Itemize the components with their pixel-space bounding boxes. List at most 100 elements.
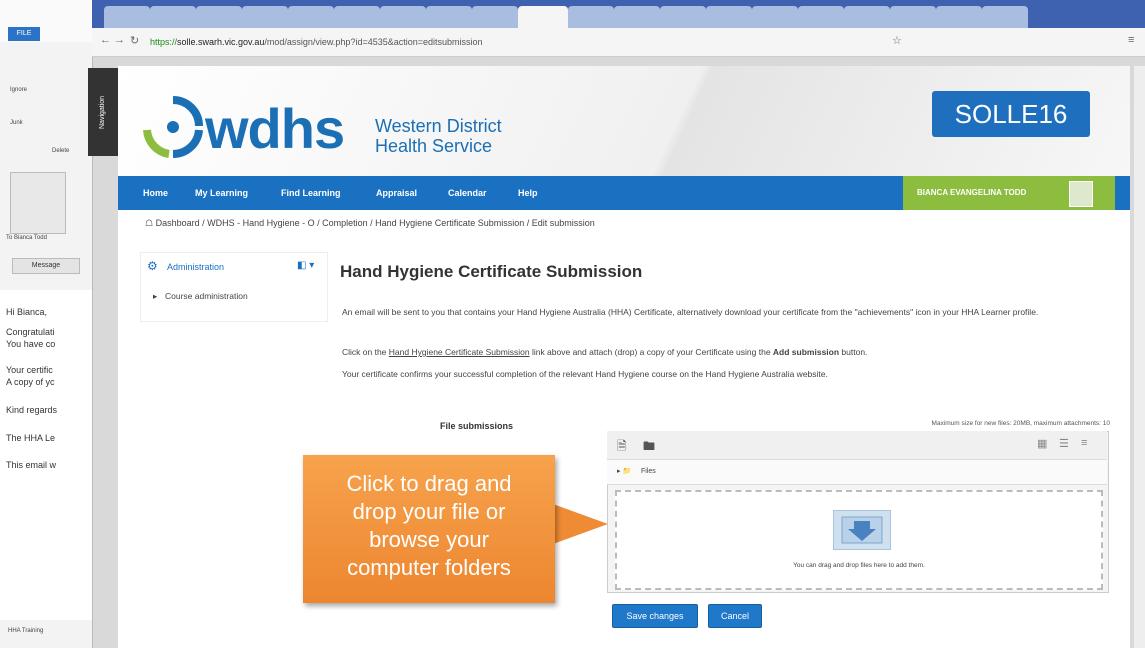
browser-tab[interactable] (798, 6, 844, 28)
callout-pointer (553, 504, 608, 544)
file-submissions-label: File submissions (440, 421, 514, 431)
gear-icon: ⚙ (147, 259, 158, 273)
browser-tab-strip (92, 0, 1145, 28)
outlook-body-line: The HHA Le (6, 433, 56, 443)
forward-icon[interactable]: → (114, 34, 125, 46)
home-icon[interactable]: ☖ (145, 218, 156, 228)
menu-item-my-learning[interactable]: My Learning (195, 176, 248, 210)
para-text: Click on the (342, 347, 389, 357)
outlook-delete-label: Delete (52, 148, 70, 154)
submission-link[interactable]: Hand Hygiene Certificate Submission (389, 347, 530, 357)
file-manager-toolbar: 🗎 🖿 ▦ ☰ ≡ (607, 431, 1107, 460)
outlook-body-line: This email w (6, 460, 57, 470)
url-input[interactable]: https://solle.swarh.vic.gov.au/mod/assig… (150, 34, 890, 50)
breadcrumb-text[interactable]: Dashboard / WDHS - Hand Hygiene - O / Co… (156, 218, 595, 228)
browser-tab[interactable] (568, 6, 614, 28)
create-folder-icon[interactable]: 🖿 (643, 437, 655, 458)
folder-icon: ▸ 📁 (617, 468, 632, 475)
callout-line: Click to drag and (346, 471, 512, 496)
icon-view-icon[interactable]: ▦ (1037, 437, 1047, 450)
browser-tab[interactable] (706, 6, 752, 28)
outlook-message-button[interactable]: Message (12, 258, 80, 274)
intro-paragraph: An email will be sent to you that contai… (342, 307, 1039, 317)
outlook-ignore-button[interactable]: Ignore (10, 87, 27, 93)
url-host: solle.swarh.vic.gov.au (177, 37, 265, 47)
menu-item-home[interactable]: Home (143, 176, 168, 210)
file-manager-path: ▸ 📁 Files (607, 460, 1107, 485)
browser-tab[interactable] (104, 6, 150, 28)
block-dock-icon[interactable]: ◧ ▾ (297, 260, 314, 271)
menu-item-calendar[interactable]: Calendar (448, 176, 487, 210)
outlook-body-line: You have co (6, 339, 56, 349)
outlook-body-line: Kind regards (6, 405, 58, 415)
browser-tab[interactable] (196, 6, 242, 28)
logo-wordmark: wdhs (205, 97, 345, 160)
avatar (10, 172, 66, 234)
browser-tab[interactable] (752, 6, 798, 28)
menu-icon[interactable]: ≡ (1128, 34, 1134, 46)
outlook-body-line: Your certific (6, 365, 53, 375)
reload-icon[interactable]: ↻ (130, 34, 139, 47)
back-icon[interactable]: ← (100, 34, 111, 46)
browser-address-bar: ← → ↻ https://solle.swarh.vic.gov.au/mod… (92, 28, 1145, 57)
outlook-footer-label: HHA Training (8, 628, 44, 634)
files-path-label[interactable]: Files (641, 460, 656, 484)
browser-tab[interactable] (844, 6, 890, 28)
browser-tab[interactable] (380, 6, 426, 28)
browser-tab[interactable] (982, 6, 1028, 28)
site-badge: SOLLE16 (932, 91, 1090, 137)
user-avatar-icon (1069, 181, 1093, 207)
browser-tab[interactable] (288, 6, 334, 28)
add-file-icon[interactable]: 🗎 (617, 437, 627, 458)
browser-tab-active[interactable] (518, 6, 568, 28)
browser-tab[interactable] (150, 6, 196, 28)
navigation-flag[interactable]: Navigation (88, 68, 118, 156)
browser-tab[interactable] (660, 6, 706, 28)
outlook-file-tab[interactable]: FILE (8, 27, 40, 41)
browser-tab[interactable] (242, 6, 288, 28)
instruction-callout: Click to drag and drop your file or brow… (303, 455, 555, 603)
wdhs-logo-icon (143, 96, 203, 159)
upload-arrow-icon[interactable] (833, 510, 891, 550)
main-menu: Home My Learning Find Learning Appraisal… (118, 176, 1130, 210)
user-name: BIANCA EVANGELINA TODD (917, 188, 1027, 197)
outlook-junk-button[interactable]: Junk (10, 120, 23, 126)
logo-subtitle: Western District (375, 116, 502, 136)
url-scheme: https:// (150, 37, 178, 47)
logo-subtitle: Health Service (375, 136, 493, 156)
outlook-body-line: Hi Bianca, (6, 307, 48, 317)
confirmation-paragraph: Your certificate confirms your successfu… (342, 369, 828, 379)
save-changes-button[interactable]: Save changes (612, 604, 698, 628)
expand-arrow-icon[interactable]: ▸ (153, 291, 157, 302)
cancel-button[interactable]: Cancel (708, 604, 762, 628)
course-administration-link[interactable]: Course administration (165, 291, 248, 301)
callout-line: drop your file or (352, 499, 506, 524)
admin-title: Administration (167, 262, 225, 272)
outlook-to-line: To Bianca Todd (6, 235, 47, 241)
menu-item-appraisal[interactable]: Appraisal (376, 176, 417, 210)
star-icon[interactable]: ☆ (892, 34, 902, 47)
para-text: button. (839, 347, 868, 357)
outlook-body-line: Congratulati (6, 327, 55, 337)
breadcrumb: ☖ Dashboard / WDHS - Hand Hygiene - O / … (145, 218, 595, 229)
page-scrollbar[interactable] (1134, 66, 1145, 648)
instructions-paragraph: Click on the Hand Hygiene Certificate Su… (342, 346, 1112, 359)
add-submission-label: Add submission (772, 347, 840, 357)
list-view-icon[interactable]: ☰ (1059, 437, 1069, 450)
callout-line: computer folders (347, 555, 511, 580)
page-title: Hand Hygiene Certificate Submission (340, 262, 643, 281)
browser-tab[interactable] (936, 6, 982, 28)
browser-tab[interactable] (472, 6, 518, 28)
menu-item-help[interactable]: Help (518, 176, 538, 210)
max-size-note: Maximum size for new files: 20MB, maximu… (931, 420, 1110, 427)
tree-view-icon[interactable]: ≡ (1081, 437, 1087, 449)
administration-block: ⚙ Administration ◧ ▾ ▸ Course administra… (140, 252, 328, 322)
menu-item-find-learning[interactable]: Find Learning (281, 176, 341, 210)
browser-tab[interactable] (334, 6, 380, 28)
browser-tab[interactable] (890, 6, 936, 28)
browser-tab[interactable] (614, 6, 660, 28)
browser-tab[interactable] (426, 6, 472, 28)
upload-arrow-svg (841, 516, 883, 544)
user-menu[interactable]: BIANCA EVANGELINA TODD (903, 176, 1115, 210)
callout-line: browse your (369, 527, 489, 552)
